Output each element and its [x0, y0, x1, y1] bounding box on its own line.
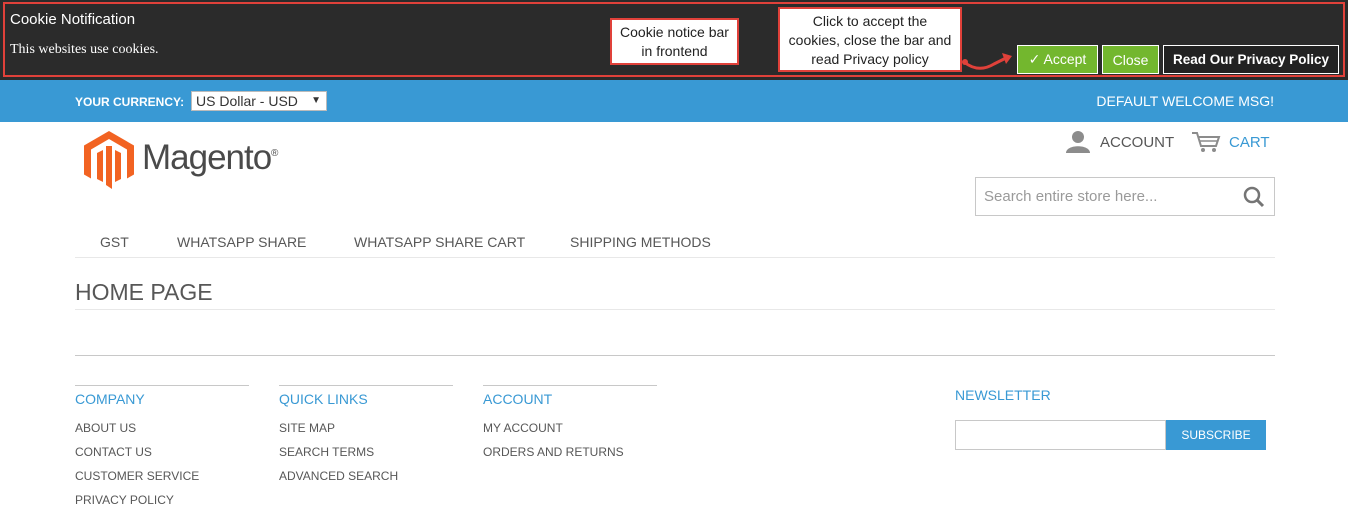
main-nav: GST WHATSAPP SHARE WHATSAPP SHARE CART S… [75, 228, 1275, 258]
footer-link-orders-returns[interactable]: ORDERS AND RETURNS [483, 445, 657, 469]
privacy-policy-button[interactable]: Read Our Privacy Policy [1163, 45, 1339, 74]
cart-icon [1192, 132, 1221, 152]
accept-button[interactable]: ✓ Accept [1017, 45, 1098, 74]
footer-link-search-terms[interactable]: SEARCH TERMS [279, 445, 453, 469]
footer-column-quick-links: QUICK LINKS SITE MAP SEARCH TERMS ADVANC… [279, 385, 453, 493]
logo-text[interactable]: Magento [142, 138, 272, 178]
cookie-notice-bar: Cookie Notification This websites use co… [0, 0, 1348, 80]
chevron-down-icon: ▼ [311, 95, 321, 106]
footer-link-advanced-search[interactable]: ADVANCED SEARCH [279, 469, 453, 493]
annotation-callout-buttons: Click to accept the cookies, close the b… [778, 7, 962, 72]
newsletter-email-input[interactable] [955, 420, 1166, 450]
account-label: ACCOUNT [1100, 133, 1175, 151]
footer-link-my-account[interactable]: MY ACCOUNT [483, 421, 657, 445]
footer-column-company: COMPANY ABOUT US CONTACT US CUSTOMER SER… [75, 385, 249, 516]
page-title: HOME PAGE [75, 279, 213, 305]
divider [75, 309, 1275, 310]
currency-select[interactable]: US Dollar - USD ▼ [191, 91, 327, 111]
close-button[interactable]: Close [1102, 45, 1159, 74]
nav-item-shipping-methods[interactable]: SHIPPING METHODS [570, 234, 711, 250]
footer-link-contact-us[interactable]: CONTACT US [75, 445, 249, 469]
cookie-title: Cookie Notification [10, 11, 136, 28]
subscribe-button[interactable]: SUBSCRIBE [1166, 420, 1266, 450]
nav-item-gst[interactable]: GST [100, 234, 129, 250]
currency-value: US Dollar - USD [196, 93, 298, 109]
cart-link[interactable]: CART [1191, 131, 1270, 153]
footer-column-account: ACCOUNT MY ACCOUNT ORDERS AND RETURNS [483, 385, 657, 469]
footer-link-privacy-policy[interactable]: PRIVACY POLICY [75, 493, 249, 516]
user-icon [1066, 131, 1090, 153]
footer-heading: QUICK LINKS [279, 391, 368, 407]
footer-link-site-map[interactable]: SITE MAP [279, 421, 453, 445]
nav-item-whatsapp-share[interactable]: WHATSAPP SHARE [177, 234, 306, 250]
footer-divider [75, 355, 1275, 356]
newsletter-heading: NEWSLETTER [955, 387, 1051, 403]
callout-line: in frontend [641, 43, 708, 59]
currency-label: YOUR CURRENCY: [75, 95, 185, 109]
callout-line: cookies, close the bar and [788, 32, 952, 48]
account-link[interactable]: ACCOUNT [1066, 131, 1174, 153]
top-bar: YOUR CURRENCY: US Dollar - USD ▼ DEFAULT… [0, 80, 1348, 122]
annotation-arrow-icon [962, 53, 1012, 70]
magento-logo-icon[interactable] [84, 131, 134, 189]
cart-label: CART [1229, 133, 1270, 151]
search-box [975, 177, 1275, 216]
footer-heading: COMPANY [75, 391, 145, 407]
callout-line: Click to accept the [812, 13, 928, 29]
search-input[interactable] [976, 178, 1226, 215]
nav-item-whatsapp-share-cart[interactable]: WHATSAPP SHARE CART [354, 234, 525, 250]
callout-line: read Privacy policy [811, 51, 929, 67]
logo-registered-mark: ® [271, 148, 279, 159]
annotation-callout-notice: Cookie notice bar in frontend [610, 18, 739, 65]
footer-heading: ACCOUNT [483, 391, 553, 407]
callout-line: Cookie notice bar [620, 24, 729, 40]
footer-link-customer-service[interactable]: CUSTOMER SERVICE [75, 469, 249, 493]
cookie-message: This websites use cookies. [10, 42, 159, 57]
welcome-message: DEFAULT WELCOME MSG! [1096, 93, 1274, 109]
footer-link-about-us[interactable]: ABOUT US [75, 421, 249, 445]
search-icon[interactable] [1243, 186, 1265, 208]
